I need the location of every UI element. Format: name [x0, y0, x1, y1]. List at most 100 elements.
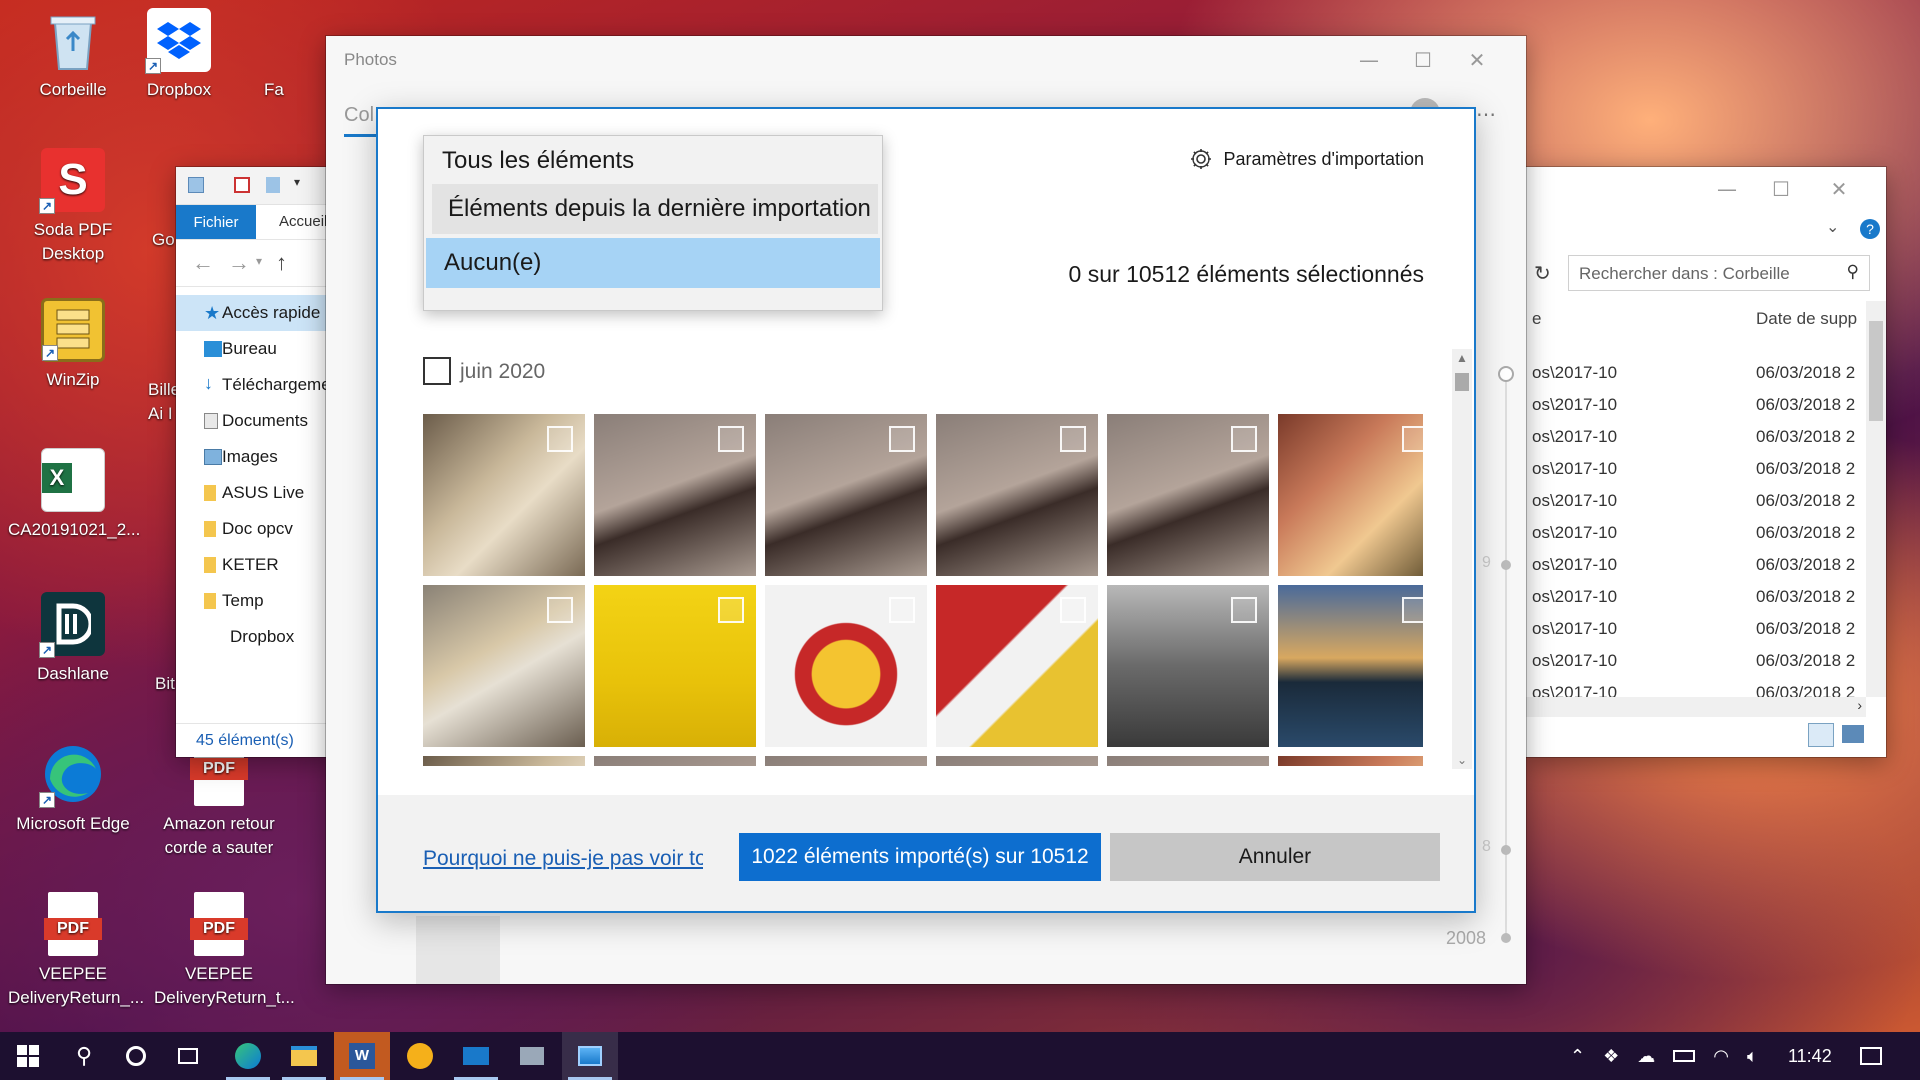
- photo-select-checkbox[interactable]: [1402, 597, 1423, 623]
- help-icon[interactable]: ?: [1860, 219, 1880, 239]
- photo-select-checkbox[interactable]: [1060, 426, 1086, 452]
- photo-thumbnail[interactable]: [1278, 756, 1423, 766]
- photo-select-checkbox[interactable]: [889, 426, 915, 452]
- tree-item-downloads[interactable]: ↓ Téléchargements: [176, 367, 353, 403]
- photo-thumbnail[interactable]: [936, 414, 1098, 576]
- taskbar-app-word[interactable]: W: [334, 1032, 390, 1080]
- photo-thumbnail[interactable]: [423, 756, 585, 766]
- close-button[interactable]: ✕: [1454, 40, 1500, 80]
- photo-thumbnail[interactable]: [1107, 756, 1269, 766]
- large-icons-view-icon[interactable]: [1842, 725, 1864, 743]
- import-settings-button[interactable]: Paramètres d'importation: [1189, 147, 1424, 171]
- photo-select-checkbox[interactable]: [547, 597, 573, 623]
- table-row[interactable]: os\2017-10 06/03/2018 2: [1526, 357, 1866, 389]
- volume-icon[interactable]: 🔈︎: [1747, 1046, 1758, 1067]
- desktop-icon-soda-pdf[interactable]: S ↗ Soda PDF Desktop: [8, 148, 138, 266]
- photo-thumbnail[interactable]: [936, 585, 1098, 747]
- back-arrow-icon[interactable]: ←: [192, 250, 214, 276]
- photo-select-checkbox[interactable]: [1060, 597, 1086, 623]
- tree-item-documents[interactable]: Documents: [176, 403, 336, 439]
- taskbar-app-file-explorer[interactable]: [276, 1032, 332, 1080]
- chevron-down-icon[interactable]: ⌄: [1826, 217, 1839, 237]
- tree-item-temp[interactable]: Temp: [176, 583, 336, 619]
- table-row[interactable]: os\2017-10 06/03/2018 2: [1526, 549, 1866, 581]
- vertical-scrollbar[interactable]: [1866, 301, 1886, 697]
- tree-item-asus-live[interactable]: ASUS Live: [176, 475, 336, 511]
- task-view-button[interactable]: [160, 1032, 216, 1080]
- chevron-down-icon[interactable]: ▾: [294, 175, 300, 189]
- table-row[interactable]: os\2017-10 06/03/2018 2: [1526, 613, 1866, 645]
- search-input[interactable]: Rechercher dans : Corbeille ⚲: [1568, 255, 1870, 291]
- desktop-icon-partial[interactable]: Fa: [264, 78, 284, 102]
- desktop-icon-edge[interactable]: ↗ Microsoft Edge: [8, 742, 138, 836]
- battery-icon[interactable]: [1673, 1050, 1696, 1062]
- photo-select-checkbox[interactable]: [1231, 426, 1257, 452]
- desktop-icon-winzip[interactable]: ↗ WinZip: [8, 298, 138, 392]
- column-header-date-deleted[interactable]: Date de supp: [1756, 309, 1857, 329]
- start-button[interactable]: [0, 1032, 56, 1080]
- taskbar-app-edge[interactable]: [220, 1032, 276, 1080]
- onedrive-icon[interactable]: ☁: [1637, 1046, 1655, 1067]
- timeline-dot[interactable]: [1501, 560, 1511, 570]
- taskbar-app-mail[interactable]: [448, 1032, 504, 1080]
- up-arrow-icon[interactable]: ↑: [276, 250, 287, 276]
- taskbar-app-network[interactable]: [504, 1032, 560, 1080]
- selection-dropdown[interactable]: Tous les éléments Éléments depuis la der…: [423, 135, 883, 311]
- taskbar-app-weather[interactable]: [392, 1032, 448, 1080]
- timeline-dot[interactable]: [1501, 845, 1511, 855]
- checkbox-doc-icon[interactable]: [234, 177, 250, 193]
- table-row[interactable]: os\2017-10 06/03/2018 2: [1526, 485, 1866, 517]
- desktop-icon-dashlane[interactable]: ↗ Dashlane: [8, 592, 138, 686]
- photo-thumbnail[interactable]: [765, 756, 927, 766]
- scrollbar-thumb[interactable]: [1455, 373, 1469, 391]
- search-button[interactable]: ⚲: [56, 1032, 112, 1080]
- properties-icon[interactable]: [188, 177, 204, 193]
- maximize-button[interactable]: ☐: [1400, 40, 1446, 80]
- cortana-button[interactable]: [108, 1032, 164, 1080]
- recent-chevron-icon[interactable]: ▾: [256, 254, 262, 268]
- column-header-location[interactable]: e: [1532, 309, 1541, 329]
- photo-thumbnail[interactable]: [1107, 585, 1269, 747]
- timeline-handle[interactable]: [1498, 366, 1514, 382]
- tree-item-doc-opcv[interactable]: Doc opcv: [176, 511, 336, 547]
- photo-select-checkbox[interactable]: [1231, 597, 1257, 623]
- table-row[interactable]: os\2017-10 06/03/2018 2: [1526, 421, 1866, 453]
- taskbar-app-photos[interactable]: [562, 1032, 618, 1080]
- photo-thumbnail[interactable]: [1107, 414, 1269, 576]
- minimize-button[interactable]: —: [1346, 40, 1392, 80]
- file-explorer-window[interactable]: ▾ Fichier Accueil ← → ▾ ↑ ★ Accès rapide…: [176, 167, 353, 757]
- tab-file[interactable]: Fichier: [176, 205, 256, 239]
- action-center-button[interactable]: [1860, 1032, 1882, 1080]
- tree-item-images[interactable]: Images: [176, 439, 336, 475]
- photo-thumbnail[interactable]: [594, 585, 756, 747]
- wifi-icon[interactable]: ◠: [1713, 1046, 1729, 1067]
- dropdown-item-none[interactable]: Aucun(e): [426, 238, 880, 288]
- more-options-icon[interactable]: ⋯: [1476, 102, 1496, 127]
- close-button[interactable]: ✕: [1816, 169, 1862, 209]
- photo-thumbnail[interactable]: [1278, 414, 1423, 576]
- group-select-checkbox[interactable]: [423, 357, 451, 385]
- scroll-right-icon[interactable]: ›: [1857, 697, 1862, 713]
- photo-select-checkbox[interactable]: [718, 597, 744, 623]
- desktop-icon-amazon-pdf[interactable]: PDF Amazon retour corde a sauter: [154, 742, 284, 860]
- forward-arrow-icon[interactable]: →: [228, 250, 250, 276]
- photo-thumbnail[interactable]: [1278, 585, 1423, 747]
- import-dialog[interactable]: Paramètres d'importation 0 sur 10512 élé…: [376, 107, 1476, 913]
- scroll-down-icon[interactable]: ⌄: [1452, 753, 1472, 767]
- horizontal-scrollbar[interactable]: ›: [1526, 697, 1866, 717]
- import-button[interactable]: 1022 éléments importé(s) sur 10512: [739, 833, 1101, 881]
- photo-select-checkbox[interactable]: [547, 426, 573, 452]
- table-row[interactable]: os\2017-10 06/03/2018 2: [1526, 517, 1866, 549]
- tree-item-keter[interactable]: KETER: [176, 547, 336, 583]
- maximize-button[interactable]: ☐: [1758, 169, 1804, 209]
- scroll-up-icon[interactable]: ▲: [1452, 351, 1472, 365]
- photo-thumbnail[interactable]: [594, 414, 756, 576]
- table-row[interactable]: os\2017-10 06/03/2018 2: [1526, 453, 1866, 485]
- details-view-icon[interactable]: [1808, 723, 1834, 747]
- photo-thumbnail[interactable]: [765, 414, 927, 576]
- tree-item-desktop[interactable]: Bureau: [176, 331, 336, 367]
- photo-select-checkbox[interactable]: [889, 597, 915, 623]
- table-row[interactable]: os\2017-10 06/03/2018 2: [1526, 581, 1866, 613]
- clock[interactable]: 11:42: [1788, 1032, 1832, 1080]
- photo-thumbnail[interactable]: [594, 756, 756, 766]
